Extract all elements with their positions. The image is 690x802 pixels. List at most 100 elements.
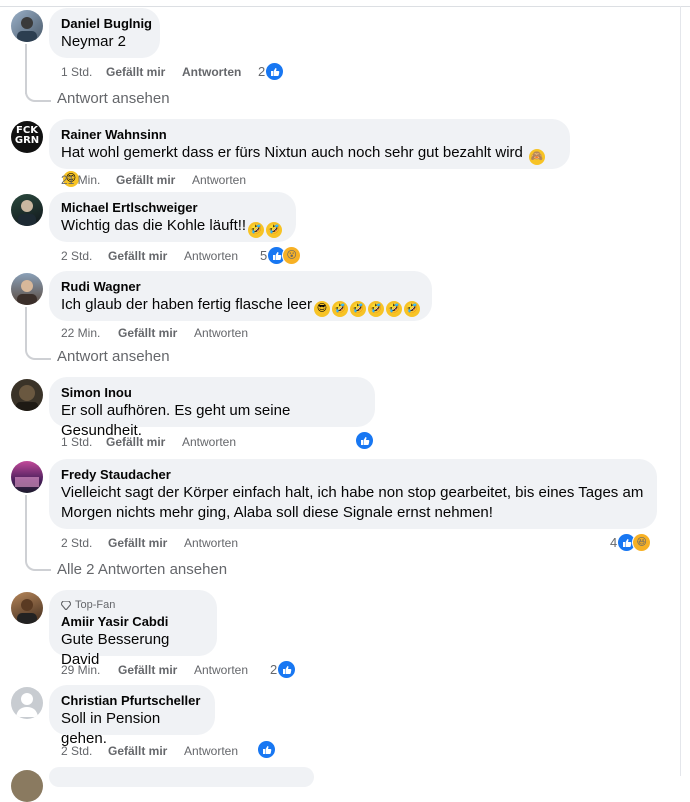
avatar[interactable] (11, 770, 43, 802)
comment-time[interactable]: 1 Std. (61, 64, 92, 80)
thumbs-up-icon (257, 740, 276, 759)
comment-text-line-1: Vielleicht sagt der Körper einfach halt,… (61, 484, 644, 501)
comment-time[interactable]: 21 Min. (61, 172, 100, 188)
comment-bubble: Rudi Wagner Ich glaub der haben fertig f… (49, 271, 432, 321)
view-replies-link[interactable]: Alle 2 Antworten ansehen (57, 561, 227, 578)
comment-bubble: Christian Pfurtscheller Soll in Pension … (49, 685, 215, 747)
reply-button[interactable]: Antworten (182, 434, 236, 450)
like-button[interactable]: Gefällt mir (108, 743, 167, 759)
reaction-summary[interactable]: 4 😆 (610, 533, 652, 552)
comment-author[interactable]: Amiir Yasir Cabdi (61, 614, 205, 630)
reply-connector (25, 545, 51, 571)
reply-button[interactable]: Antworten (184, 248, 238, 264)
comment-author[interactable]: Fredy Staudacher (61, 467, 645, 483)
reaction-summary[interactable] (355, 431, 374, 450)
avatar-photo-icon (16, 385, 38, 411)
avatar-text-bottom: GRN (14, 135, 40, 146)
reply-button[interactable]: Antworten (184, 535, 238, 551)
scroll-edge (680, 6, 681, 776)
reaction-count: 2 (270, 662, 278, 677)
rofl-emoji-icon: 🤣 (368, 301, 384, 317)
reply-button[interactable]: Antworten (194, 662, 248, 678)
comment-time[interactable]: 2 Std. (61, 535, 92, 551)
like-button[interactable]: Gefällt mir (118, 662, 177, 678)
like-button[interactable]: Gefällt mir (116, 172, 175, 188)
thumbs-up-icon (277, 660, 297, 679)
comment-text-content: Hat wohl gemerkt dass er fürs Nixtun auc… (61, 144, 523, 161)
laugh-reaction-icon: 😆 (632, 533, 652, 552)
comment-text: Neymar 2 (61, 33, 127, 50)
reply-button[interactable]: Antworten (194, 325, 248, 341)
reaction-summary[interactable]: 2 (270, 660, 297, 679)
avatar[interactable] (11, 687, 43, 719)
top-fan-label: Top-Fan (75, 599, 116, 611)
thumbs-up-icon (265, 62, 285, 81)
see-no-evil-monkey-icon: 🙈 (529, 149, 546, 165)
avatar-photo-icon (17, 280, 37, 305)
comment-author[interactable]: Rainer Wahnsinn (61, 127, 558, 143)
rofl-emoji-icon: 🤣 (248, 222, 265, 238)
comment-author[interactable]: Christian Pfurtscheller (61, 693, 203, 709)
rofl-emoji-icon: 🤣 (386, 301, 402, 317)
comment-bubble: Top-Fan Amiir Yasir Cabdi Gute Besserung… (49, 590, 217, 668)
comment-text-content: Wichtig das die Kohle läuft!! (61, 217, 247, 234)
reaction-count: 2 (258, 64, 266, 79)
comment-bubble: Michael Ertlschweiger Wichtig das die Ko… (49, 192, 296, 242)
avatar[interactable] (11, 194, 43, 226)
top-fan-badge: Top-Fan (61, 598, 205, 612)
sunglasses-emoji-icon: 😎 (314, 301, 330, 317)
avatar[interactable] (11, 273, 43, 305)
diamond-icon (61, 600, 71, 610)
comment-text: Ich glaub der haben fertig flasche leer 😎… (61, 295, 420, 317)
comment-bubble: Simon Inou Er soll aufhören. Es geht um … (49, 377, 375, 439)
avatar-logo-text: FCK GRN (13, 126, 41, 146)
view-replies-link[interactable]: Antwort ansehen (57, 90, 170, 107)
rofl-emoji-icon: 🤣 (266, 222, 283, 238)
comment-bubble (49, 767, 314, 787)
comment-time[interactable]: 29 Min. (61, 662, 100, 678)
comment-author[interactable]: Simon Inou (61, 385, 363, 401)
reaction-count: 5 (260, 248, 268, 263)
like-button[interactable]: Gefällt mir (106, 434, 165, 450)
rofl-emoji-icon: 🤣 (404, 301, 420, 317)
wow-reaction-icon: 😮 (282, 246, 302, 265)
reaction-summary[interactable] (257, 740, 276, 759)
like-button[interactable]: Gefällt mir (106, 64, 165, 80)
reaction-count: 4 (610, 535, 618, 550)
comment-author[interactable]: Rudi Wagner (61, 279, 420, 295)
like-button[interactable]: Gefällt mir (108, 248, 167, 264)
reply-connector (25, 330, 51, 360)
comment-bubble: Daniel Buglnig Neymar 2 (49, 8, 160, 58)
rofl-emoji-icon: 🤣 (332, 301, 348, 317)
comment-time[interactable]: 2 Std. (61, 743, 92, 759)
thumbs-up-icon (355, 431, 374, 450)
comment-time[interactable]: 2 Std. (61, 248, 92, 264)
comment-text-line-2: Morgen nichts mehr ging, Alaba soll dies… (61, 504, 493, 521)
like-button[interactable]: Gefällt mir (108, 535, 167, 551)
like-button[interactable]: Gefällt mir (118, 325, 177, 341)
comment-time[interactable]: 22 Min. (61, 325, 100, 341)
avatar-photo-icon (17, 17, 37, 42)
avatar[interactable] (11, 379, 43, 411)
reply-button[interactable]: Antworten (182, 64, 241, 80)
reply-connector (25, 70, 51, 102)
comment-time[interactable]: 1 Std. (61, 434, 92, 450)
avatar[interactable]: FCK GRN (11, 121, 43, 153)
comment-author[interactable]: Michael Ertlschweiger (61, 200, 284, 216)
comment-author[interactable]: Daniel Buglnig (61, 16, 152, 32)
comment-bubble: Fredy Staudacher Vielleicht sagt der Kör… (49, 459, 657, 529)
view-replies-link[interactable]: Antwort ansehen (57, 348, 170, 365)
avatar[interactable] (11, 461, 43, 493)
reply-button[interactable]: Antworten (184, 743, 238, 759)
comment-bubble: Rainer Wahnsinn Hat wohl gemerkt dass er… (49, 119, 570, 187)
reply-button[interactable]: Antworten (192, 172, 246, 188)
avatar-photo-icon (15, 477, 39, 487)
avatar[interactable] (11, 592, 43, 624)
default-user-icon (16, 693, 38, 717)
reaction-summary[interactable]: 2 (258, 62, 285, 81)
avatar-photo-icon (17, 599, 37, 624)
top-divider (0, 6, 690, 7)
avatar[interactable] (11, 10, 43, 42)
reaction-summary[interactable]: 5 😮 (260, 246, 302, 265)
comment-text: Wichtig das die Kohle läuft!! 🤣 🤣 (61, 216, 284, 238)
